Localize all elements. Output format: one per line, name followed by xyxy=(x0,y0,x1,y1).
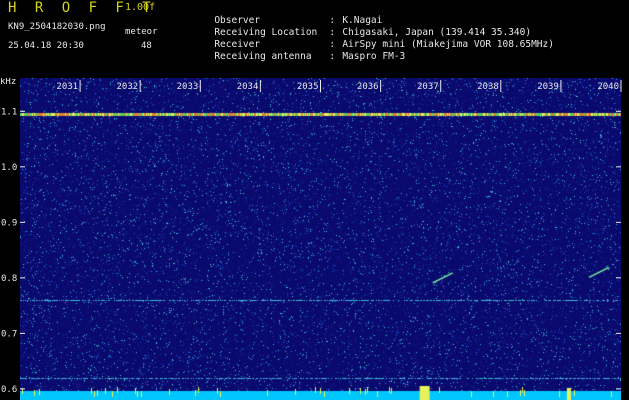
spectrogram-image xyxy=(20,78,621,400)
y-tick-label: 0.9 xyxy=(1,218,17,228)
detection-tag: meteor xyxy=(125,27,158,37)
version-label: 1.00f xyxy=(125,2,156,13)
count-label: 48 xyxy=(141,41,152,51)
datetime-label: 25.04.18 20:30 xyxy=(8,41,84,51)
info-header: H R O F F T 1.00f KN9_2504182030.png met… xyxy=(0,0,629,80)
y-tick-label: 0.8 xyxy=(1,274,17,284)
y-axis-unit: kHz xyxy=(0,78,16,87)
y-tick-label: 1.0 xyxy=(1,163,17,173)
meta-key: Receiving Location xyxy=(214,27,318,38)
filename-label: KN9_2504182030.png xyxy=(8,22,106,32)
meta-key: Receiver xyxy=(214,39,261,50)
meta-row-observer: Observer: K.Nagai xyxy=(214,15,383,26)
y-tick-label: 0.7 xyxy=(1,329,17,339)
meta-value: Maspro FM-3 xyxy=(342,51,406,62)
y-tick-label: 0.6 xyxy=(1,385,17,395)
spectrogram-plot: kHz 2031 2032 2033 2034 2035 2036 2037 2038 2039 2… xyxy=(0,78,629,400)
meta-key: Receiving antenna xyxy=(214,51,312,62)
meta-key: Observer xyxy=(214,15,261,26)
metadata-block: Observer: K.Nagai Receiving Location: Chig… xyxy=(180,3,554,62)
meta-value: Chigasaki, Japan (139.414 35.340) xyxy=(342,27,532,38)
y-tick-label: 1.1 xyxy=(1,107,17,117)
meta-value: K.Nagai xyxy=(342,15,383,26)
meta-value: AirSpy mini (Miakejima VOR 108.65MHz) xyxy=(342,39,554,50)
